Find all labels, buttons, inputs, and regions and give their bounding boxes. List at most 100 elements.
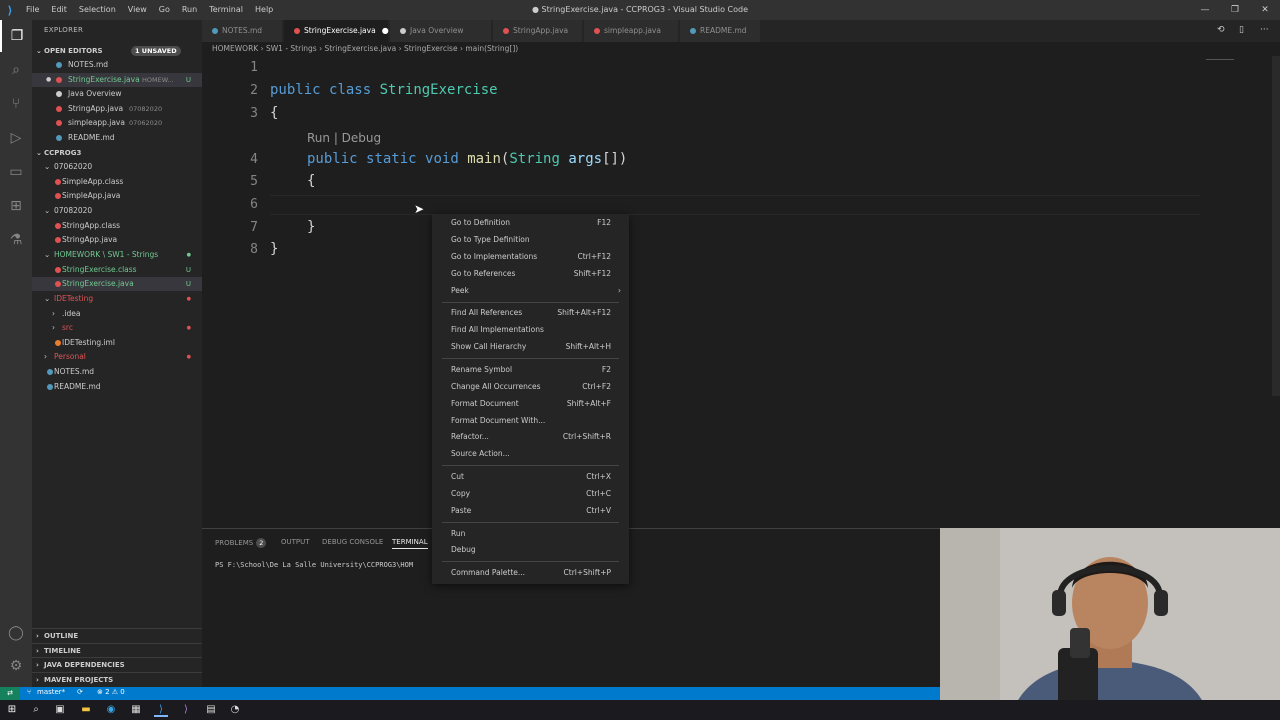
open-editor-item[interactable]: Java Overview — [32, 87, 202, 101]
tab-stringexercise-java[interactable]: StringExercise.java ● — [284, 20, 389, 42]
windows-start-icon[interactable]: ⊞ — [5, 703, 19, 717]
open-editor-item[interactable]: NOTES.md — [32, 58, 202, 72]
menu-item-go-to-definition[interactable]: Go to Definition F12 — [432, 215, 629, 231]
edge-browser-icon[interactable]: ◉ — [104, 703, 118, 717]
menu-selection[interactable]: Selection — [73, 0, 122, 20]
more-actions-icon[interactable]: ··· — [1260, 25, 1269, 35]
folder-item[interactable]: ⌄ IDETesting ● — [32, 292, 202, 306]
file-item[interactable]: StringExercise.java U — [32, 277, 202, 291]
run-debug-icon[interactable]: ▷ — [0, 122, 32, 154]
menu-item-run[interactable]: Run — [432, 526, 629, 542]
open-editors-header[interactable]: ⌄ OPEN EDITORS 1 UNSAVED — [32, 44, 202, 58]
file-item[interactable]: SimpleApp.java — [32, 189, 202, 203]
problems-status[interactable]: ⊗ 2 ⚠ 0 — [97, 688, 125, 696]
menu-item-copy[interactable]: Copy Ctrl+C — [432, 486, 629, 502]
taskbar-app-icon[interactable]: ▦ — [129, 703, 143, 717]
menu-item-go-to-references[interactable]: Go to References Shift+F12 — [432, 266, 629, 282]
panel-tab-problems[interactable]: PROBLEMS 2 — [215, 538, 267, 548]
sidebar-section-timeline[interactable]: › TIMELINE — [32, 642, 202, 657]
sync-icon[interactable]: ⟳ — [77, 688, 83, 696]
testing-icon[interactable]: ⚗ — [0, 224, 32, 256]
panel-tab-output[interactable]: OUTPUT — [281, 538, 310, 546]
extensions-icon[interactable]: ⊞ — [0, 190, 32, 222]
sidebar-section-java-dependencies[interactable]: › JAVA DEPENDENCIES — [32, 657, 202, 671]
explorer-icon[interactable]: ❐ — [0, 20, 32, 52]
taskbar-notes-icon[interactable]: ▤ — [204, 703, 218, 717]
vscode-taskbar-icon[interactable]: ⟩ — [154, 703, 168, 717]
menu-item-paste[interactable]: Paste Ctrl+V — [432, 503, 629, 519]
minimap[interactable] — [1206, 59, 1234, 65]
sidebar-section-outline[interactable]: › OUTLINE — [32, 628, 202, 642]
taskbar-search-icon[interactable]: ⌕ — [29, 703, 43, 717]
open-editor-item[interactable]: simpleapp.java 07062020 — [32, 116, 202, 130]
code-editor[interactable]: 1 2 3 4 5 6 7 8 public class StringExerc… — [202, 56, 1280, 526]
menu-file[interactable]: File — [20, 0, 45, 20]
menu-help[interactable]: Help — [249, 0, 279, 20]
folder-item[interactable]: ⌄ HOMEWORK \ SW1 - Strings ● — [32, 248, 202, 262]
folder-item[interactable]: › src ● — [32, 321, 202, 335]
folder-item[interactable]: ⌄ 07082020 — [32, 204, 202, 218]
close-icon[interactable]: ✕ — [1250, 0, 1280, 20]
menu-item-format-document[interactable]: Format Document Shift+Alt+F — [432, 396, 629, 412]
menu-terminal[interactable]: Terminal — [203, 0, 249, 20]
menu-item-find-all-references[interactable]: Find All References Shift+Alt+F12 — [432, 305, 629, 321]
file-item[interactable]: IDETesting.iml — [32, 336, 202, 350]
account-icon[interactable]: ◯ — [0, 617, 32, 649]
dirty-dot-icon[interactable]: ● — [382, 26, 389, 35]
menu-view[interactable]: View — [122, 0, 153, 20]
file-explorer-icon[interactable]: ▬ — [79, 703, 93, 717]
menu-go[interactable]: Go — [153, 0, 176, 20]
folder-item[interactable]: › .idea — [32, 307, 202, 321]
menu-item-command-palette[interactable]: Command Palette... Ctrl+Shift+P — [432, 565, 629, 581]
file-item[interactable]: NOTES.md — [32, 365, 202, 379]
menu-item-rename-symbol[interactable]: Rename Symbol F2 — [432, 362, 629, 378]
folder-item[interactable]: › Personal ● — [32, 350, 202, 364]
menu-item-show-call-hierarchy[interactable]: Show Call Hierarchy Shift+Alt+H — [432, 339, 629, 355]
source-control-icon[interactable]: ⑂ — [0, 88, 32, 120]
menu-item-go-to-type-definition[interactable]: Go to Type Definition — [432, 232, 629, 248]
restore-icon[interactable]: ❐ — [1220, 0, 1250, 20]
panel-tab-debug-console[interactable]: DEBUG CONSOLE — [322, 538, 383, 546]
file-item[interactable]: StringExercise.class U — [32, 263, 202, 277]
code-lens-run-debug[interactable]: Run | Debug — [307, 131, 381, 145]
menu-edit[interactable]: Edit — [45, 0, 73, 20]
file-item[interactable]: StringApp.class — [32, 219, 202, 233]
menu-item-cut[interactable]: Cut Ctrl+X — [432, 469, 629, 485]
menu-item-debug[interactable]: Debug — [432, 542, 629, 558]
git-branch[interactable]: master* — [37, 688, 65, 696]
breadcrumb-item[interactable]: StringExercise.java — [324, 44, 396, 53]
open-editor-item[interactable]: ● StringExercise.java HOMEW... U — [32, 72, 202, 87]
search-icon[interactable]: ⌕ — [0, 54, 32, 86]
visual-studio-icon[interactable]: ⟩ — [179, 703, 193, 717]
menu-item-go-to-implementations[interactable]: Go to Implementations Ctrl+F12 — [432, 249, 629, 265]
menu-run[interactable]: Run — [176, 0, 203, 20]
tab-java-overview[interactable]: Java Overview — [390, 20, 491, 42]
menu-item-refactor[interactable]: Refactor... Ctrl+Shift+R — [432, 429, 629, 445]
panel-tab-terminal[interactable]: TERMINAL — [392, 538, 428, 549]
breadcrumb-item[interactable]: HOMEWORK — [212, 44, 258, 53]
tab-readme-md[interactable]: README.md — [680, 20, 760, 42]
taskbar-clock-app-icon[interactable]: ◔ — [228, 703, 242, 717]
tab-stringapp-java[interactable]: StringApp.java — [493, 20, 582, 42]
breadcrumb[interactable]: HOMEWORK › SW1 - Strings › StringExercis… — [212, 44, 518, 53]
sidebar-section-maven-projects[interactable]: › MAVEN PROJECTS — [32, 671, 202, 686]
menu-item-find-all-implementations[interactable]: Find All Implementations — [432, 322, 629, 338]
menu-item-source-action[interactable]: Source Action... — [432, 446, 629, 462]
manage-gear-icon[interactable]: ⚙ — [0, 650, 32, 682]
remote-explorer-icon[interactable]: ▭ — [0, 156, 32, 188]
task-view-icon[interactable]: ▣ — [53, 703, 67, 717]
minimize-icon[interactable]: — — [1190, 0, 1220, 20]
split-view-icon[interactable]: ▯ — [1239, 25, 1244, 35]
file-item[interactable]: StringApp.java — [32, 233, 202, 247]
open-editor-item[interactable]: StringApp.java 07082020 — [32, 102, 202, 116]
editor-scrollbar[interactable] — [1272, 56, 1280, 396]
split-editor-icon[interactable]: ⟲ — [1217, 25, 1225, 35]
tab-notes-md[interactable]: NOTES.md — [202, 20, 282, 42]
remote-icon[interactable]: ⇄ — [0, 687, 20, 700]
menu-item-peek[interactable]: Peek › — [432, 283, 629, 299]
dirty-dot-icon[interactable]: ● — [46, 73, 51, 87]
terminal-prompt[interactable]: PS F:\School\De La Salle University\CCPR… — [215, 561, 435, 569]
file-item[interactable]: SimpleApp.class — [32, 175, 202, 189]
workspace-header[interactable]: ⌄ CCPROG3 — [32, 146, 202, 160]
menu-item-format-document-with[interactable]: Format Document With... — [432, 413, 629, 429]
